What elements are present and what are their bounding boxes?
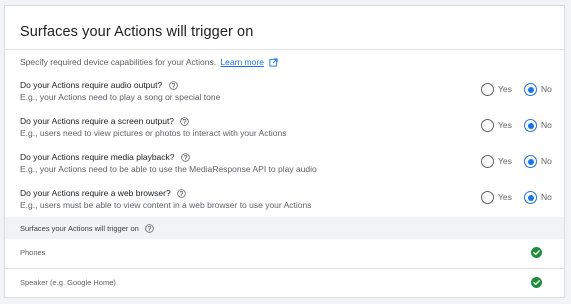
page-title: Surfaces your Actions will trigger on — [20, 24, 254, 40]
check-circle-icon — [531, 247, 542, 258]
radio-yes-label: Yes — [498, 192, 512, 202]
question-label-text: Do your Actions require a screen output? — [20, 116, 175, 126]
question-audio-output: Do your Actions require audio output? E.… — [20, 80, 560, 106]
table-row: Phones — [5, 239, 564, 268]
radio-yes-circle[interactable] — [481, 83, 494, 96]
question-label: Do your Actions require audio output? — [20, 80, 178, 90]
help-circle-icon[interactable] — [145, 224, 154, 233]
surfaces-card: Surfaces your Actions will trigger on Sp… — [4, 5, 565, 298]
surface-name: Speaker (e.g. Google Home) — [20, 278, 116, 287]
question-hint: E.g., your Actions need to be able to us… — [20, 164, 317, 174]
radio-no-circle-selected[interactable] — [524, 155, 537, 168]
radio-no-circle-selected[interactable] — [524, 83, 537, 96]
radio-yes-circle[interactable] — [481, 155, 494, 168]
help-circle-icon[interactable] — [180, 117, 190, 126]
radio-no-label: No — [541, 156, 552, 166]
check-circle-icon — [531, 277, 542, 288]
question-label-text: Do your Actions require media playback? — [20, 152, 175, 162]
radio-yes-circle[interactable] — [481, 191, 494, 204]
title-divider — [5, 49, 564, 50]
question-hint: E.g., users need to view pictures or pho… — [20, 128, 287, 138]
radio-no-label: No — [541, 84, 552, 94]
surfaces-table-header: Surfaces your Actions will trigger on — [5, 217, 564, 239]
radio-no-label: No — [541, 192, 552, 202]
radio-no-circle-selected[interactable] — [524, 191, 537, 204]
question-label: Do your Actions require a web browser? — [20, 188, 186, 198]
question-label-text: Do your Actions require audio output? — [20, 80, 163, 90]
help-circle-icon[interactable] — [181, 153, 190, 162]
help-circle-icon[interactable] — [168, 81, 178, 90]
radio-yes-label: Yes — [498, 84, 512, 94]
media-playback-radio-group: Yes No — [481, 155, 561, 169]
radio-yes-label: Yes — [498, 120, 512, 130]
question-web-browser: Do your Actions require a web browser? E… — [20, 188, 560, 214]
radio-yes-label: Yes — [498, 156, 512, 166]
learn-more-link[interactable]: Learn more — [220, 57, 263, 67]
table-row: Speaker (e.g. Google Home) — [5, 269, 564, 297]
audio-output-radio-group: Yes No — [481, 83, 561, 97]
question-media-playback: Do your Actions require media playback? … — [20, 152, 560, 178]
question-hint: E.g., your Actions need to play a song o… — [20, 92, 221, 102]
radio-no-circle-selected[interactable] — [524, 119, 537, 132]
surfaces-header-text: Surfaces your Actions will trigger on — [20, 224, 139, 233]
description-text: Specify required device capabilities for… — [20, 57, 217, 67]
screen-output-radio-group: Yes No — [481, 119, 561, 133]
surface-name: Phones — [20, 248, 46, 257]
section-description: Specify required device capabilities for… — [20, 57, 278, 67]
web-browser-radio-group: Yes No — [481, 191, 561, 205]
radio-no-label: No — [541, 120, 552, 130]
open-in-new-icon[interactable] — [269, 58, 278, 67]
radio-yes-circle[interactable] — [481, 119, 494, 132]
question-label-text: Do your Actions require a web browser? — [20, 188, 171, 198]
question-hint: E.g., users must be able to view content… — [20, 200, 312, 210]
surfaces-header-label: Surfaces your Actions will trigger on — [20, 224, 154, 233]
question-label: Do your Actions require media playback? — [20, 152, 190, 162]
help-circle-icon[interactable] — [177, 189, 186, 198]
question-screen-output: Do your Actions require a screen output?… — [20, 116, 560, 142]
question-label: Do your Actions require a screen output? — [20, 116, 190, 126]
